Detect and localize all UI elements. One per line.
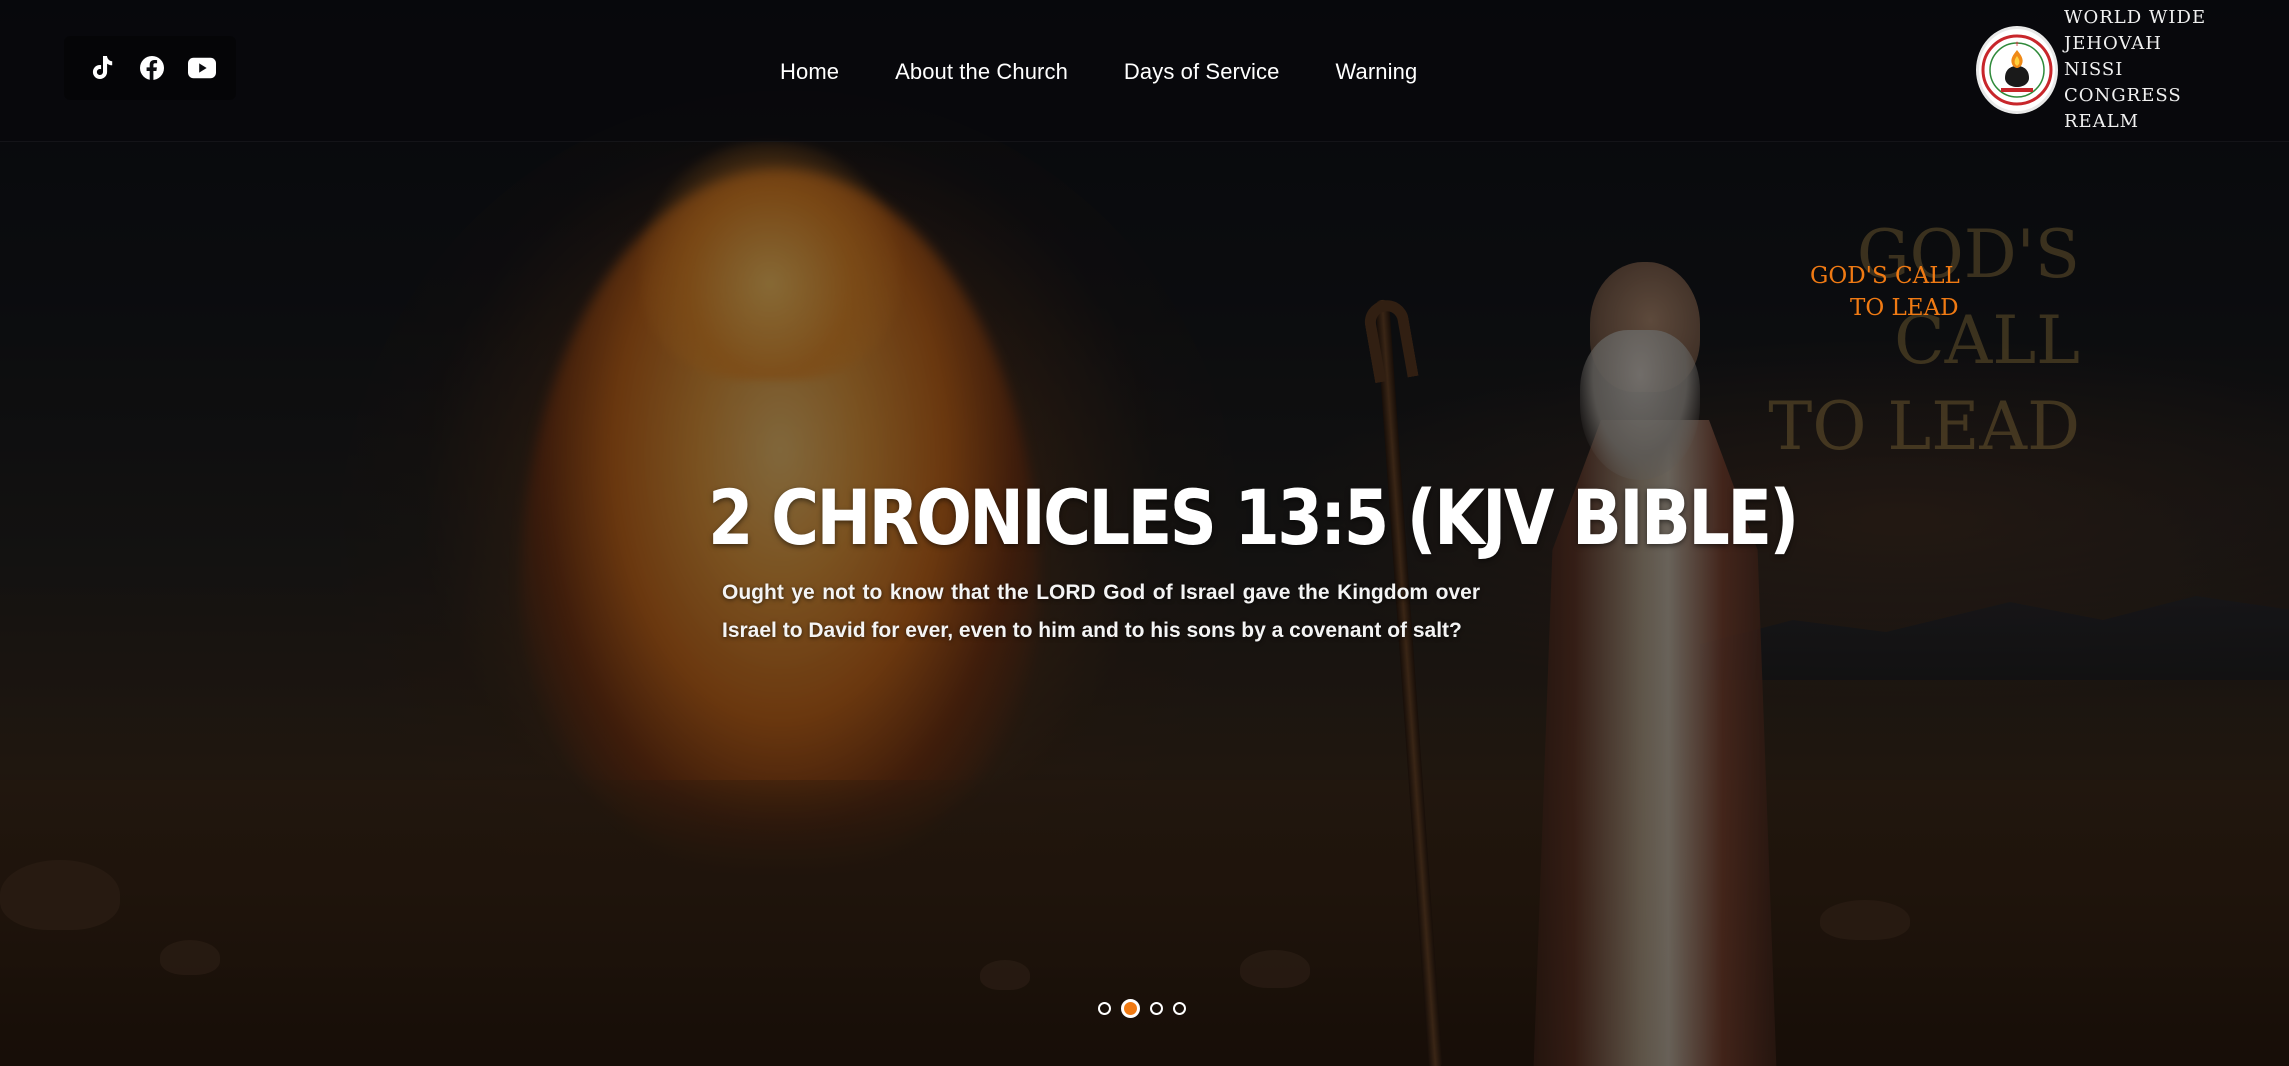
hero-call-label: GOD'S CALL TO LEAD — [1810, 260, 1970, 324]
slider-dot-4[interactable] — [1173, 1001, 1186, 1015]
hero-call-label-line2: TO LEAD — [1850, 295, 1959, 321]
youtube-icon[interactable] — [188, 54, 216, 82]
svg-text:✝: ✝ — [2014, 41, 2019, 48]
nav-warning[interactable]: Warning — [1335, 59, 1417, 85]
logo-emblem: ✝ — [1976, 26, 2058, 114]
hero-verse: Ought ye not to know that the LORD God o… — [722, 581, 1480, 642]
nav-days-of-service[interactable]: Days of Service — [1124, 59, 1280, 85]
hero-title: 2 CHRONICLES 13:5 (KJV BIBLE) — [708, 473, 1799, 562]
logo-wordmark: WORLD WIDE JEHOVAH NISSI CONGRESS REALM — [2064, 5, 2216, 135]
hero-call-label-line1: GOD'S CALL — [1810, 263, 1960, 289]
hero-image-title: GOD'S CALL TO LEAD — [1700, 212, 2080, 470]
site-logo[interactable]: ✝ WORLD WIDE JEHOVAH NISSI CONGRESS REAL… — [1976, 7, 2216, 132]
nav-home[interactable]: Home — [780, 59, 839, 85]
slider-dot-3[interactable] — [1150, 1001, 1163, 1015]
tiktok-icon[interactable] — [88, 54, 116, 82]
hero-image-title-line2: TO LEAD — [1768, 388, 2080, 465]
logo-line1: WORLD WIDE — [2064, 7, 2207, 28]
nav-about-the-church[interactable]: About the Church — [895, 59, 1068, 85]
logo-line3: CONGRESS REALM — [2064, 85, 2182, 132]
main-nav: Home About the Church Days of Service Wa… — [780, 56, 1417, 88]
slider-pagination — [1098, 996, 1186, 1020]
logo-line2: JEHOVAH NISSI — [2064, 33, 2162, 80]
social-links — [64, 36, 236, 100]
slider-dot-1[interactable] — [1098, 1001, 1111, 1015]
site-header: Home About the Church Days of Service Wa… — [0, 0, 2289, 142]
slider-dot-2[interactable] — [1121, 998, 1140, 1018]
facebook-icon[interactable] — [138, 54, 166, 82]
